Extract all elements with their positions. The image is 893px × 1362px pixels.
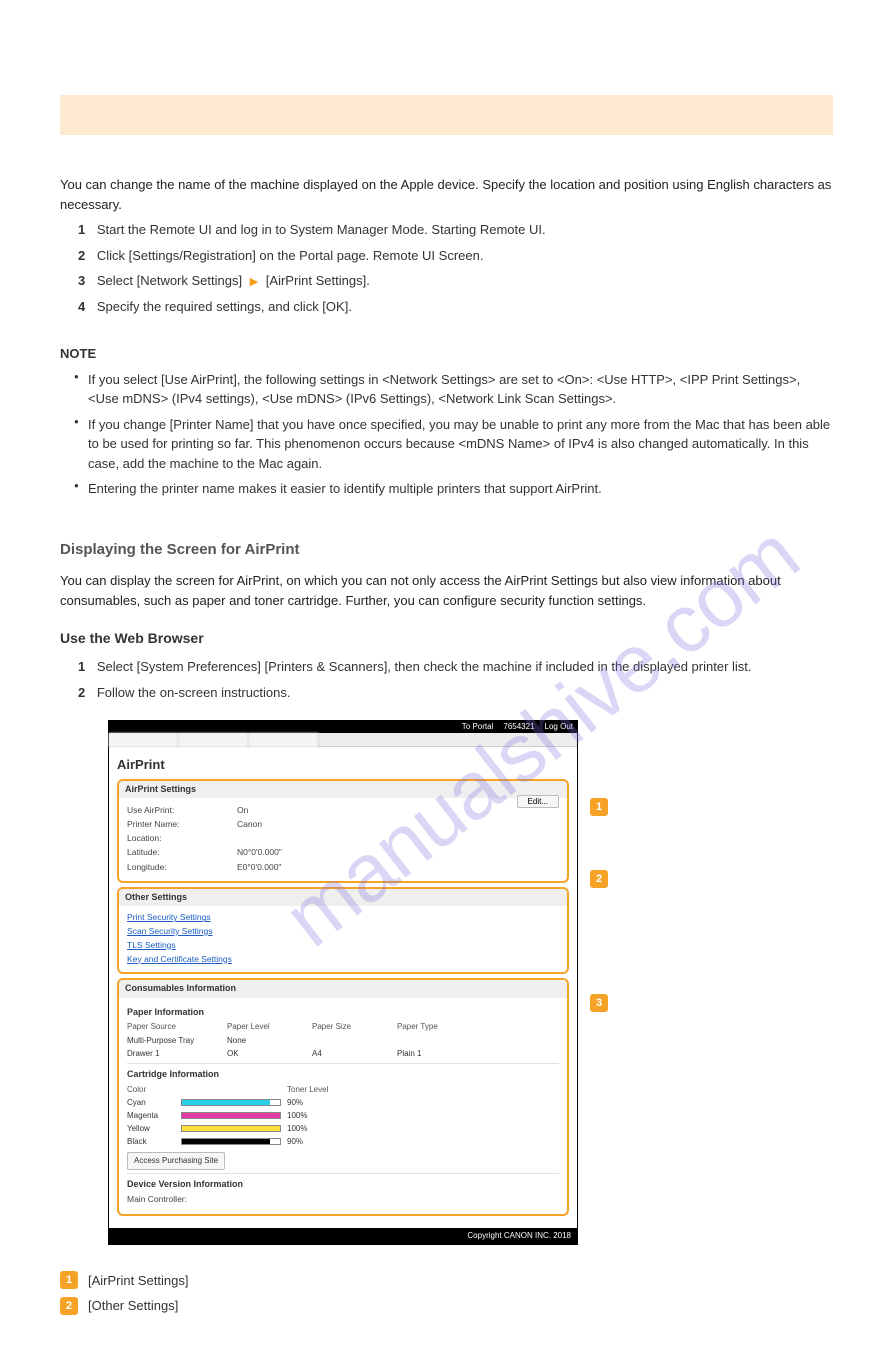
step-text-b: [AirPrint Settings]. [266, 273, 370, 288]
method-heading: Use the Web Browser [60, 628, 833, 649]
col-header: Toner Level [287, 1084, 328, 1096]
step-text: Start the Remote UI and log in to System… [97, 222, 546, 237]
field-label: Latitude: [127, 846, 237, 859]
step-text-a: Click [Settings/Registration] on the Por… [97, 248, 373, 263]
step-num: 1 [78, 659, 85, 674]
callout-1: 1 [590, 798, 608, 816]
step-4: 4 Specify the required settings, and cli… [78, 297, 833, 317]
step-text-a: Select [Network Settings] [97, 273, 246, 288]
step-text: Follow the on-screen instructions. [97, 685, 291, 700]
field-label: Printer Name: [127, 818, 237, 831]
method-step-2: 2 Follow the on-screen instructions. [78, 683, 833, 703]
toner-bar [181, 1138, 281, 1145]
step-text: Select [System Preferences] [Printers & … [97, 659, 752, 674]
legend-marker-1: 1 [60, 1271, 78, 1289]
step-num: 1 [78, 222, 85, 237]
step-num: 2 [78, 685, 85, 700]
toner-bar [181, 1112, 281, 1119]
other-settings-panel: Other Settings Print Security Settings S… [117, 887, 569, 975]
intro-text: You can change the name of the machine d… [60, 175, 833, 214]
table-row: Multi-Purpose Tray None [127, 1035, 559, 1047]
step-num: 4 [78, 299, 85, 314]
toner-name: Black [127, 1136, 175, 1148]
footer-copyright: Copyright CANON INC. 2018 [109, 1228, 577, 1244]
col-header: Paper Level [227, 1021, 312, 1033]
edit-button[interactable]: Edit... [517, 795, 559, 808]
step-text-b: Remote UI Screen. [373, 248, 484, 263]
field-value: E0°0'0.000" [237, 861, 281, 874]
legend-label: [Other Settings] [88, 1296, 178, 1316]
device-version-heading: Device Version Information [127, 1178, 559, 1192]
field-label: Main Controller: [127, 1193, 237, 1206]
toner-row: Yellow 100% [127, 1123, 559, 1135]
paper-info-heading: Paper Information [127, 1006, 559, 1020]
panel-heading: Other Settings [119, 889, 567, 907]
toner-row: Black 90% [127, 1136, 559, 1148]
section-heading: Displaying the Screen for AirPrint [60, 539, 833, 562]
section-text: You can display the screen for AirPrint,… [60, 571, 833, 610]
step-num: 2 [78, 248, 85, 263]
toner-row: Cyan 90% [127, 1097, 559, 1109]
callout-2: 2 [590, 870, 608, 888]
cartridge-info-heading: Cartridge Information [127, 1068, 559, 1082]
table-row: Drawer 1 OK A4 Plain 1 [127, 1048, 559, 1060]
field-value: N0°0'0.000" [237, 846, 282, 859]
tab-bar [109, 733, 577, 747]
toner-name: Magenta [127, 1110, 175, 1122]
note-item: Entering the printer name makes it easie… [74, 479, 833, 499]
field-label: Use AirPrint: [127, 804, 237, 817]
arrow-icon: ▶ [250, 276, 258, 288]
toner-level: 100% [287, 1110, 307, 1122]
step-3: 3 Select [Network Settings] ▶ [AirPrint … [78, 271, 833, 291]
legend-marker-2: 2 [60, 1297, 78, 1315]
step-text: Specify the required settings, and click… [97, 299, 352, 314]
col-header: Paper Size [312, 1021, 397, 1033]
scan-security-link[interactable]: Scan Security Settings [127, 925, 559, 938]
callout-3: 3 [590, 994, 608, 1012]
legend-label: [AirPrint Settings] [88, 1271, 188, 1291]
panel-heading: AirPrint Settings [119, 781, 567, 799]
toner-level: 90% [287, 1097, 303, 1109]
col-header: Color [127, 1084, 175, 1096]
method-step-1: 1 Select [System Preferences] [Printers … [78, 657, 833, 677]
toner-name: Yellow [127, 1123, 175, 1135]
tls-settings-link[interactable]: TLS Settings [127, 939, 559, 952]
purchase-button[interactable]: Access Purchasing Site [127, 1152, 225, 1170]
step-num: 3 [78, 273, 85, 288]
col-header: Paper Type [397, 1021, 559, 1033]
portal-link[interactable]: To Portal [462, 721, 494, 733]
field-value: On [237, 804, 248, 817]
col-header: Paper Source [127, 1021, 227, 1033]
toner-level: 100% [287, 1123, 307, 1135]
consumables-panel: Consumables Information Paper Informatio… [117, 978, 569, 1215]
step-2: 2 Click [Settings/Registration] on the P… [78, 246, 833, 266]
note-heading: NOTE [60, 344, 833, 364]
toner-bar [181, 1099, 281, 1106]
airprint-settings-panel: AirPrint Settings Edit... Use AirPrint:O… [117, 779, 569, 883]
page-title: AirPrint [117, 755, 569, 775]
section-banner [60, 95, 833, 135]
note-item: If you select [Use AirPrint], the follow… [74, 370, 833, 409]
note-item: If you change [Printer Name] that you ha… [74, 415, 833, 474]
user-id: 7654321 [503, 721, 534, 733]
toner-level: 90% [287, 1136, 303, 1148]
key-cert-link[interactable]: Key and Certificate Settings [127, 953, 559, 966]
logout-link[interactable]: Log Out [545, 721, 573, 733]
step-1: 1 Start the Remote UI and log in to Syst… [78, 220, 833, 240]
field-value: Canon [237, 818, 262, 831]
field-label: Longitude: [127, 861, 237, 874]
toner-row: Magenta 100% [127, 1110, 559, 1122]
field-label: Location: [127, 832, 237, 845]
print-security-link[interactable]: Print Security Settings [127, 911, 559, 924]
panel-heading: Consumables Information [119, 980, 567, 998]
toner-name: Cyan [127, 1097, 175, 1109]
airprint-screenshot: To Portal 7654321 Log Out AirPrint AirPr… [108, 720, 578, 1245]
toner-bar [181, 1125, 281, 1132]
